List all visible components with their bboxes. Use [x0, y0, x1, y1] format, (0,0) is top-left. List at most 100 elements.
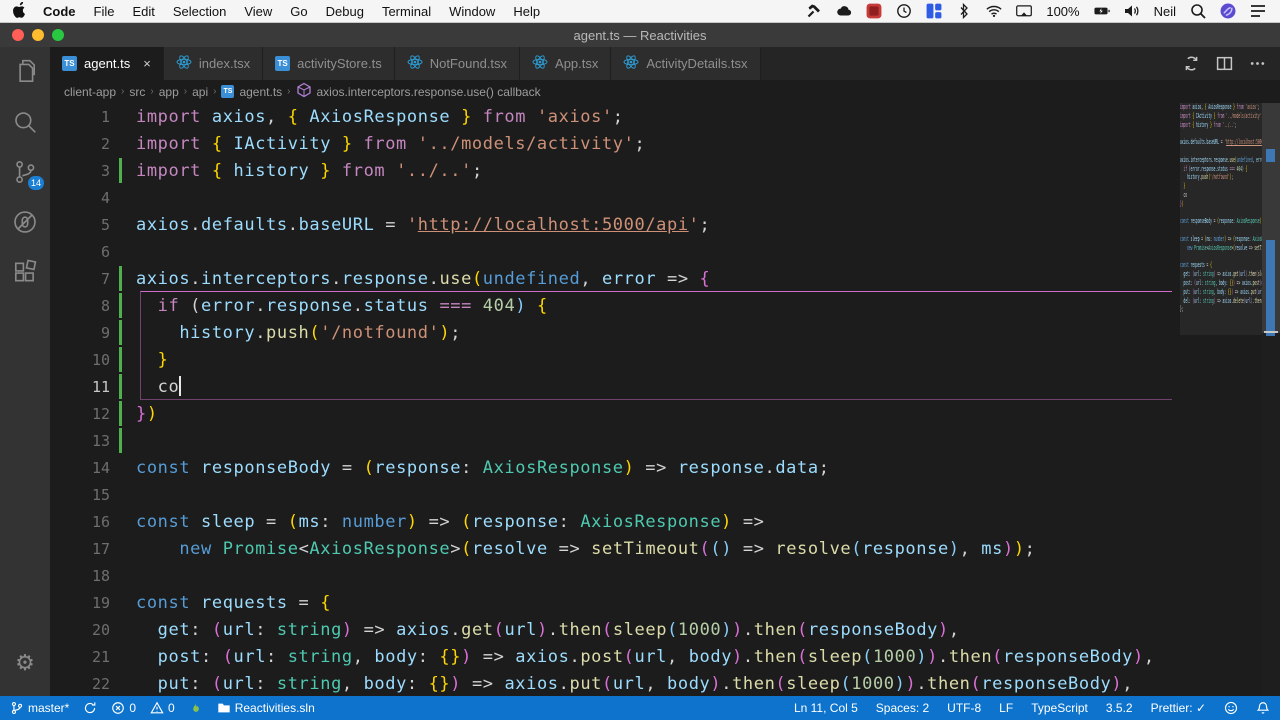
wifi-icon[interactable] [986, 3, 1002, 19]
line-number[interactable]: 9 [50, 324, 110, 342]
blue-app-icon[interactable] [926, 3, 942, 19]
tab-ActivityDetails.tsx[interactable]: ActivityDetails.tsx [611, 47, 760, 80]
line-number[interactable]: 2 [50, 135, 110, 153]
code-line[interactable]: 10 } [50, 346, 1280, 373]
code-line[interactable]: 22 put: (url: string, body: {}) => axios… [50, 670, 1280, 696]
activitybar-gear-icon[interactable]: ⚙ [0, 638, 50, 688]
status-sync[interactable] [83, 701, 97, 715]
minimize-window-button[interactable] [32, 29, 44, 41]
breadcrumb-symbol[interactable]: axios.interceptors.response.use() callba… [317, 85, 541, 99]
line-number[interactable]: 10 [50, 351, 110, 369]
menu-terminal[interactable]: Terminal [373, 4, 440, 19]
user-name[interactable]: Neil [1154, 4, 1176, 19]
breadcrumb-file[interactable]: agent.ts [239, 85, 282, 99]
menu-help[interactable]: Help [504, 4, 549, 19]
code-line[interactable]: 21 post: (url: string, body: {}) => axio… [50, 643, 1280, 670]
status-flame[interactable] [189, 701, 203, 715]
code-line[interactable]: 2import { IActivity } from '../models/ac… [50, 130, 1280, 157]
tab-App.tsx[interactable]: App.tsx [520, 47, 611, 80]
code-line[interactable]: 16const sleep = (ms: number) => (respons… [50, 508, 1280, 535]
status-cursor-position[interactable]: Ln 11, Col 5 [794, 701, 858, 715]
bluetooth-icon[interactable] [956, 3, 972, 19]
status-error[interactable]: 0 [111, 701, 136, 715]
line-number[interactable]: 21 [50, 648, 110, 666]
code-line[interactable]: 7axios.interceptors.response.use(undefin… [50, 265, 1280, 292]
menu-code[interactable]: Code [34, 4, 85, 19]
line-number[interactable]: 22 [50, 675, 110, 693]
tab-activityStore.ts[interactable]: TSactivityStore.ts [263, 47, 395, 80]
status-eol[interactable]: LF [999, 701, 1013, 715]
menu-debug[interactable]: Debug [317, 4, 373, 19]
line-number[interactable]: 17 [50, 540, 110, 558]
line-number[interactable]: 5 [50, 216, 110, 234]
menu-view[interactable]: View [235, 4, 281, 19]
breadcrumb-item[interactable]: client-app [64, 85, 116, 99]
status-encoding[interactable]: UTF-8 [947, 701, 981, 715]
line-number[interactable]: 1 [50, 108, 110, 126]
minimap[interactable]: import axios, { AxiosResponse } from 'ax… [1180, 103, 1262, 696]
close-tab-icon[interactable]: × [143, 56, 151, 71]
activitybar-source-control-icon[interactable]: 14 [0, 147, 50, 197]
cloud-icon[interactable] [836, 3, 852, 19]
status-language-mode[interactable]: TypeScript [1031, 701, 1088, 715]
menu-file[interactable]: File [85, 4, 124, 19]
code-line[interactable]: 11 co [50, 373, 1280, 400]
battery-icon[interactable] [1094, 3, 1110, 19]
list-icon[interactable] [1250, 3, 1266, 19]
code-line[interactable]: 8 if (error.response.status === 404) { [50, 292, 1280, 319]
zoom-window-button[interactable] [52, 29, 64, 41]
code-line[interactable]: 4 [50, 184, 1280, 211]
spotlight-icon[interactable] [1190, 3, 1206, 19]
status-indentation[interactable]: Spaces: 2 [876, 701, 929, 715]
code-line[interactable]: 19const requests = { [50, 589, 1280, 616]
display-icon[interactable] [1016, 3, 1032, 19]
code-line[interactable]: 18 [50, 562, 1280, 589]
line-number[interactable]: 14 [50, 459, 110, 477]
menu-window[interactable]: Window [440, 4, 504, 19]
activitybar-explorer-icon[interactable] [0, 47, 50, 97]
red-app-icon[interactable] [866, 3, 882, 19]
breadcrumb-item[interactable]: src [129, 85, 145, 99]
more-actions-icon[interactable] [1249, 55, 1266, 72]
code-line[interactable]: 13 [50, 427, 1280, 454]
tab-agent.ts[interactable]: TSagent.ts× [50, 47, 164, 80]
line-number[interactable]: 15 [50, 486, 110, 504]
line-number[interactable]: 11 [50, 378, 110, 396]
line-number[interactable]: 16 [50, 513, 110, 531]
menu-edit[interactable]: Edit [123, 4, 163, 19]
breadcrumb-item[interactable]: api [192, 85, 208, 99]
line-number[interactable]: 6 [50, 243, 110, 261]
tool-icon[interactable] [806, 3, 822, 19]
line-number[interactable]: 3 [50, 162, 110, 180]
status-prettier[interactable]: Prettier: ✓ [1151, 701, 1206, 715]
activitybar-extensions-icon[interactable] [0, 247, 50, 297]
code-line[interactable]: 6 [50, 238, 1280, 265]
open-changes-icon[interactable] [1183, 55, 1200, 72]
status-warning[interactable]: 0 [150, 701, 175, 715]
apple-icon[interactable] [10, 2, 26, 21]
tab-index.tsx[interactable]: index.tsx [164, 47, 263, 80]
code-line[interactable]: 1import axios, { AxiosResponse } from 'a… [50, 103, 1280, 130]
line-number[interactable]: 13 [50, 432, 110, 450]
code-line[interactable]: 9 history.push('/notfound'); [50, 319, 1280, 346]
line-number[interactable]: 12 [50, 405, 110, 423]
window-titlebar[interactable]: agent.ts — Reactivities [0, 23, 1280, 47]
code-line[interactable]: 15 [50, 481, 1280, 508]
code-editor[interactable]: 1 import axios, { AxiosResponse } from 'a… [50, 103, 1280, 696]
overview-ruler[interactable] [1262, 103, 1280, 696]
activitybar-search-icon[interactable] [0, 97, 50, 147]
clock-icon[interactable] [896, 3, 912, 19]
purple-app-icon[interactable] [1220, 3, 1236, 19]
menu-go[interactable]: Go [281, 4, 316, 19]
activitybar-debug-icon[interactable] [0, 197, 50, 247]
line-number[interactable]: 8 [50, 297, 110, 315]
code-line[interactable]: 3import { history } from '../..'; [50, 157, 1280, 184]
line-number[interactable]: 19 [50, 594, 110, 612]
menu-selection[interactable]: Selection [164, 4, 235, 19]
volume-icon[interactable] [1124, 3, 1140, 19]
line-number[interactable]: 18 [50, 567, 110, 585]
battery-percentage[interactable]: 100% [1046, 4, 1079, 19]
line-number[interactable]: 4 [50, 189, 110, 207]
line-number[interactable]: 20 [50, 621, 110, 639]
code-line[interactable]: 12}) [50, 400, 1280, 427]
